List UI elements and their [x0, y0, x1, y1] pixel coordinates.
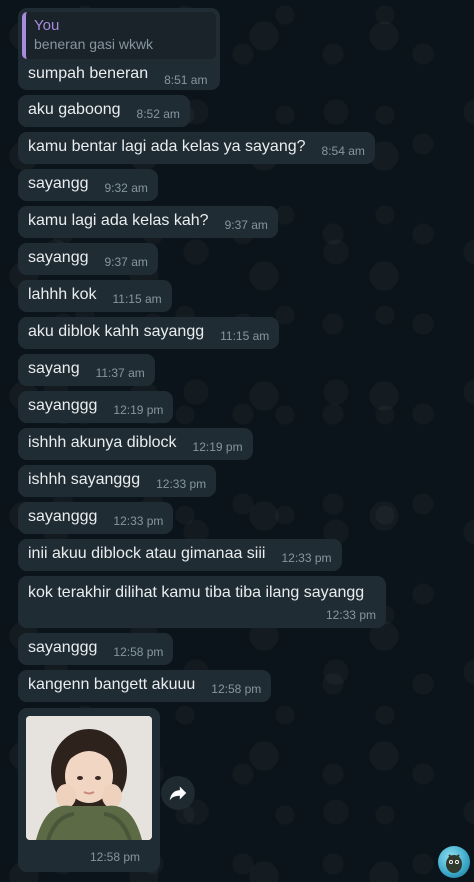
message-time: 8:51 am — [164, 73, 208, 87]
photo-thumbnail[interactable] — [26, 716, 152, 840]
message-time: 12:33 pm — [156, 477, 207, 491]
message-time: 12:19 pm — [113, 403, 164, 417]
message-time: 12:33 pm — [281, 551, 332, 565]
message-time: 12:58 pm — [90, 850, 141, 864]
message-text: kok terakhir dilihat kamu tiba tiba ilan… — [28, 584, 365, 601]
message-text: ishhh akunya diblock — [28, 434, 177, 451]
message-time: 12:19 pm — [192, 440, 243, 454]
message-bubble[interactable]: lahhh kok 11:15 am — [18, 280, 172, 312]
message-time: 8:54 am — [321, 144, 365, 158]
message-text: sayanggg — [28, 397, 98, 414]
bot-avatar-button[interactable] — [438, 846, 470, 878]
quoted-message-bubble[interactable]: You beneran gasi wkwk sumpah beneran 8:5… — [18, 8, 220, 90]
message-text: inii akuu diblock atau gimanaa siii — [28, 545, 266, 562]
message-time: 9:32 am — [104, 181, 148, 195]
image-message-bubble[interactable]: 12:58 pm — [18, 708, 160, 872]
message-time: 8:52 am — [136, 107, 180, 121]
message-time: 11:37 am — [95, 366, 145, 380]
message-text: sayanggg — [28, 639, 98, 656]
message-text: sayangg — [28, 249, 89, 266]
message-text: lahhh kok — [28, 286, 97, 303]
message-time: 12:58 pm — [211, 682, 262, 696]
message-bubble[interactable]: sayang 11:37 am — [18, 354, 155, 386]
message-bubble[interactable]: kamu bentar lagi ada kelas ya sayang? 8:5… — [18, 132, 375, 164]
message-bubble-long[interactable]: kok terakhir dilihat kamu tiba tiba ilan… — [18, 576, 386, 628]
bot-avatar-icon — [446, 854, 462, 873]
message-time: 12:33 pm — [325, 608, 376, 622]
message-time: 11:15 am — [112, 292, 162, 306]
message-text: kamu lagi ada kelas kah? — [28, 212, 209, 229]
message-bubble[interactable]: aku gaboong 8:52 am — [18, 95, 190, 127]
child-photo-illustration — [26, 716, 152, 840]
message-bubble[interactable]: sayanggg 12:19 pm — [18, 391, 174, 423]
message-list[interactable]: You beneran gasi wkwk sumpah beneran 8:5… — [18, 8, 418, 707]
message-time: 9:37 am — [224, 218, 268, 232]
message-text: sayangg — [28, 175, 89, 192]
message-text: aku gaboong — [28, 101, 121, 118]
message-time: 12:33 pm — [113, 514, 164, 528]
message-bubble[interactable]: kangenn bangett akuuu 12:58 pm — [18, 670, 272, 702]
message-bubble[interactable]: inii akuu diblock atau gimanaa siii 12:33… — [18, 539, 342, 571]
message-bubble[interactable]: sayanggg 12:58 pm — [18, 633, 174, 665]
message-bubble[interactable]: aku diblok kahh sayangg 11:15 am — [18, 317, 280, 349]
message-text: sayanggg — [28, 508, 98, 525]
quote-text: beneran gasi wkwk — [34, 36, 154, 52]
message-bubble[interactable]: sayanggg 12:33 pm — [18, 502, 174, 534]
message-text: ishhh sayanggg — [28, 471, 141, 488]
message-time: 12:58 pm — [113, 645, 164, 659]
message-text: sumpah beneran — [28, 65, 149, 82]
message-bubble[interactable]: sayangg 9:32 am — [18, 169, 158, 201]
message-bubble[interactable]: kamu lagi ada kelas kah? 9:37 am — [18, 206, 278, 238]
forward-button[interactable] — [161, 776, 195, 810]
message-bubble[interactable]: sayangg 9:37 am — [18, 243, 158, 275]
forward-arrow-icon — [169, 786, 187, 801]
quote-author: You — [34, 17, 60, 34]
message-bubble[interactable]: ishhh akunya diblock 12:19 pm — [18, 428, 253, 460]
reply-quote[interactable]: You beneran gasi wkwk — [22, 12, 216, 59]
message-time: 9:37 am — [104, 255, 148, 269]
message-text: kangenn bangett akuuu — [28, 676, 196, 693]
message-time: 11:15 am — [220, 329, 270, 343]
message-bubble[interactable]: ishhh sayanggg 12:33 pm — [18, 465, 217, 497]
message-text: aku diblok kahh sayangg — [28, 323, 205, 340]
message-text: kamu bentar lagi ada kelas ya sayang? — [28, 138, 306, 155]
message-text: sayang — [28, 360, 80, 377]
